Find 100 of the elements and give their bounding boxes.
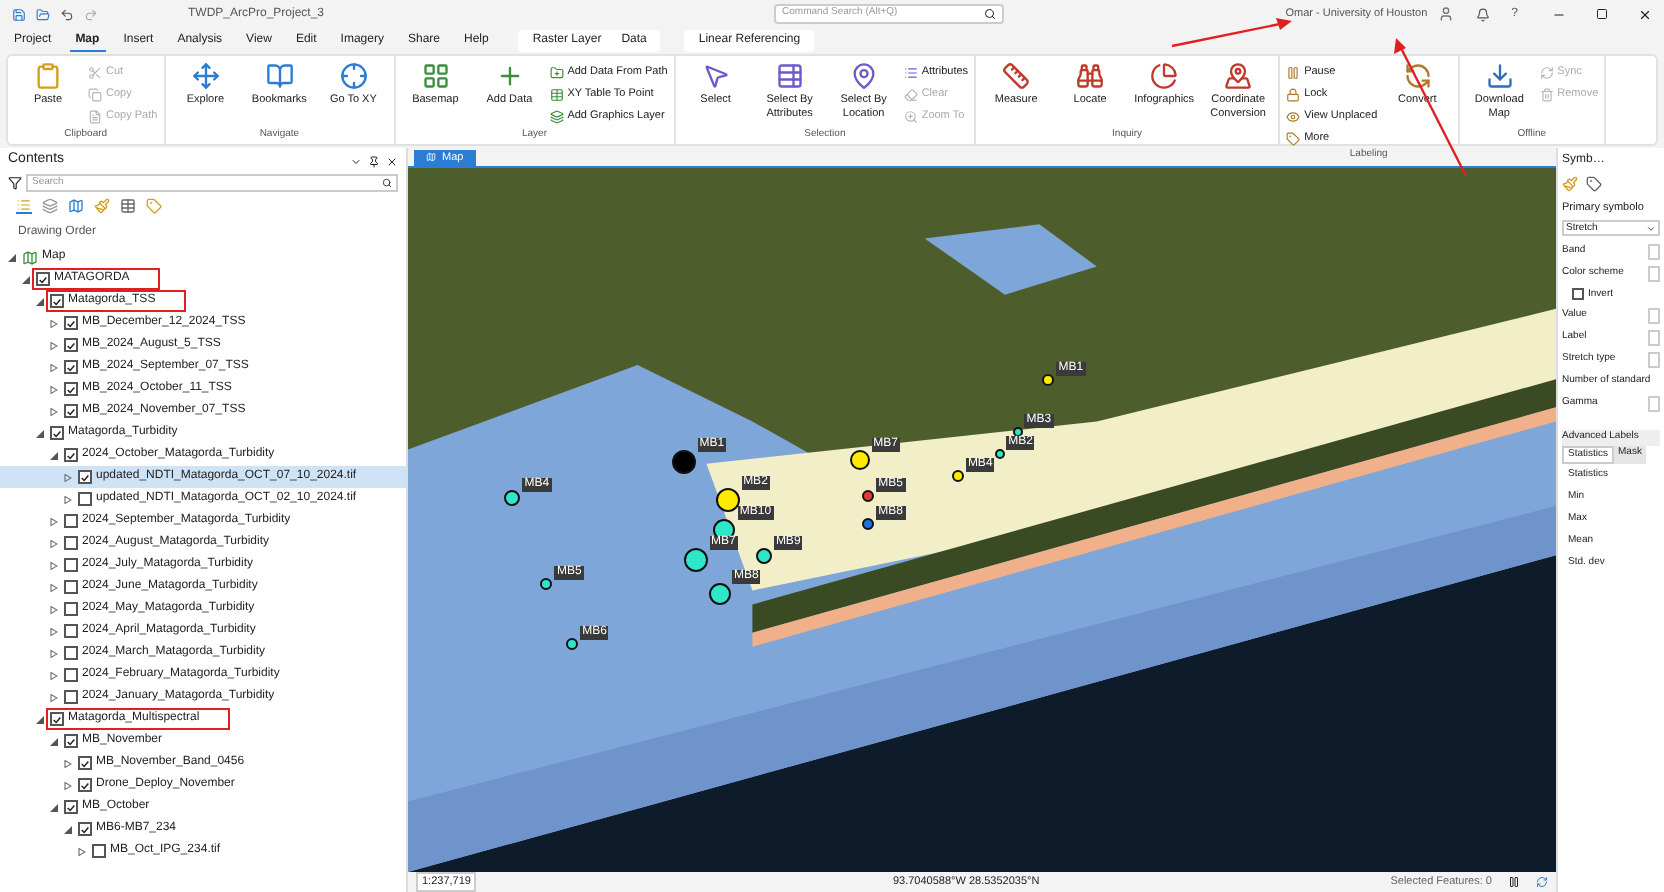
collapsed-caret-icon[interactable]	[50, 407, 58, 415]
expanded-caret-icon[interactable]	[36, 429, 44, 437]
arrow-annotation	[1171, 18, 1292, 48]
collapsed-caret-icon[interactable]	[64, 781, 72, 789]
expanded-caret-icon[interactable]	[22, 275, 30, 283]
layer-checkbox[interactable]	[78, 492, 92, 506]
expanded-caret-icon[interactable]	[36, 297, 44, 305]
layer-checkbox[interactable]	[64, 690, 78, 704]
zoom-in-icon	[903, 110, 918, 124]
layer-checkbox[interactable]	[64, 404, 78, 418]
search-icon	[382, 178, 392, 188]
value-field[interactable]	[1648, 395, 1660, 412]
map-icon[interactable]	[68, 198, 84, 214]
tag-icon	[1286, 132, 1301, 146]
undo-icon[interactable]	[60, 7, 74, 21]
layer-checkbox[interactable]	[64, 360, 78, 374]
search-icon	[984, 8, 997, 20]
layer-checkbox[interactable]	[36, 272, 50, 286]
folder-icon[interactable]	[36, 7, 50, 21]
bell-icon[interactable]	[1475, 7, 1490, 21]
collapsed-caret-icon[interactable]	[50, 627, 58, 635]
book-icon	[265, 62, 294, 90]
layer-checkbox[interactable]	[50, 426, 64, 440]
layer-checkbox[interactable]	[64, 602, 78, 616]
expanded-caret-icon[interactable]	[8, 253, 16, 261]
layer-checkbox[interactable]	[78, 470, 92, 484]
pin-icon	[849, 62, 878, 90]
collapsed-caret-icon[interactable]	[50, 561, 58, 569]
layer-checkbox[interactable]	[64, 624, 78, 638]
tag-icon[interactable]	[1586, 176, 1602, 192]
layers-icon	[549, 110, 564, 124]
map-icon	[426, 152, 436, 163]
layer-checkbox[interactable]	[92, 844, 106, 858]
collapsed-caret-icon[interactable]	[50, 517, 58, 525]
layer-checkbox[interactable]	[64, 734, 78, 748]
scissors-icon	[88, 66, 102, 80]
layer-checkbox[interactable]	[64, 338, 78, 352]
layer-checkbox[interactable]	[64, 580, 78, 594]
convert-arrows-icon	[1403, 62, 1432, 90]
collapsed-caret-icon[interactable]	[50, 363, 58, 371]
download-icon	[1485, 62, 1514, 90]
layer-checkbox[interactable]	[50, 712, 64, 726]
layer-checkbox[interactable]	[64, 382, 78, 396]
layer-checkbox[interactable]	[64, 646, 78, 660]
eye-icon	[1286, 110, 1301, 124]
eraser-icon	[903, 88, 918, 102]
table-icon[interactable]	[120, 198, 136, 214]
collapsed-caret-icon[interactable]	[78, 847, 86, 855]
close-icon[interactable]	[386, 155, 398, 167]
clipboard-icon	[34, 62, 62, 90]
layer-checkbox[interactable]	[78, 822, 92, 836]
expanded-caret-icon[interactable]	[36, 715, 44, 723]
pause-icon[interactable]	[1508, 876, 1520, 888]
layer-checkbox[interactable]	[64, 536, 78, 550]
layer-checkbox[interactable]	[64, 316, 78, 330]
map-point-marker[interactable]	[994, 448, 1005, 459]
lock-icon	[1286, 88, 1301, 102]
collapsed-caret-icon[interactable]	[50, 319, 58, 327]
expanded-caret-icon[interactable]	[64, 825, 72, 833]
restore-icon[interactable]	[1596, 8, 1608, 20]
collapsed-caret-icon[interactable]	[50, 583, 58, 591]
save-icon[interactable]	[12, 7, 26, 21]
expanded-caret-icon[interactable]	[50, 451, 58, 459]
layer-checkbox[interactable]	[64, 514, 78, 528]
expanded-caret-icon[interactable]	[50, 737, 58, 745]
copy-icon	[88, 88, 102, 102]
document-icon	[88, 110, 102, 124]
collapsed-caret-icon[interactable]	[50, 539, 58, 547]
refresh-icon[interactable]	[1536, 876, 1548, 888]
list-icon[interactable]	[16, 198, 32, 214]
filter-icon[interactable]	[8, 176, 22, 190]
collapsed-caret-icon[interactable]	[50, 385, 58, 393]
table-icon	[549, 88, 564, 102]
collapsed-caret-icon[interactable]	[50, 341, 58, 349]
pie-chart-icon	[1150, 62, 1179, 90]
layer-checkbox[interactable]	[50, 294, 64, 308]
binoculars-icon	[1076, 62, 1105, 90]
invert-checkbox[interactable]	[1572, 288, 1584, 301]
ruler-icon	[1002, 62, 1031, 90]
layer-checkbox[interactable]	[64, 800, 78, 814]
collapsed-caret-icon[interactable]	[64, 759, 72, 767]
collapsed-caret-icon[interactable]	[64, 473, 72, 481]
layer-checkbox[interactable]	[64, 558, 78, 572]
collapsed-caret-icon[interactable]	[64, 495, 72, 503]
layers-icon[interactable]	[42, 198, 58, 214]
layer-checkbox[interactable]	[64, 668, 78, 682]
expanded-caret-icon[interactable]	[50, 803, 58, 811]
layer-checkbox[interactable]	[64, 448, 78, 462]
collapsed-caret-icon[interactable]	[50, 671, 58, 679]
layer-checkbox[interactable]	[78, 756, 92, 770]
close-icon[interactable]	[1638, 7, 1652, 21]
grid-icon	[421, 62, 450, 90]
collapsed-caret-icon[interactable]	[50, 693, 58, 701]
table-icon	[775, 62, 804, 90]
chevron-icon[interactable]	[350, 155, 362, 167]
pin-icon[interactable]	[368, 155, 380, 167]
collapsed-caret-icon[interactable]	[50, 649, 58, 657]
layer-checkbox[interactable]	[78, 778, 92, 792]
collapsed-caret-icon[interactable]	[50, 605, 58, 613]
folder-plus-icon	[549, 66, 564, 80]
